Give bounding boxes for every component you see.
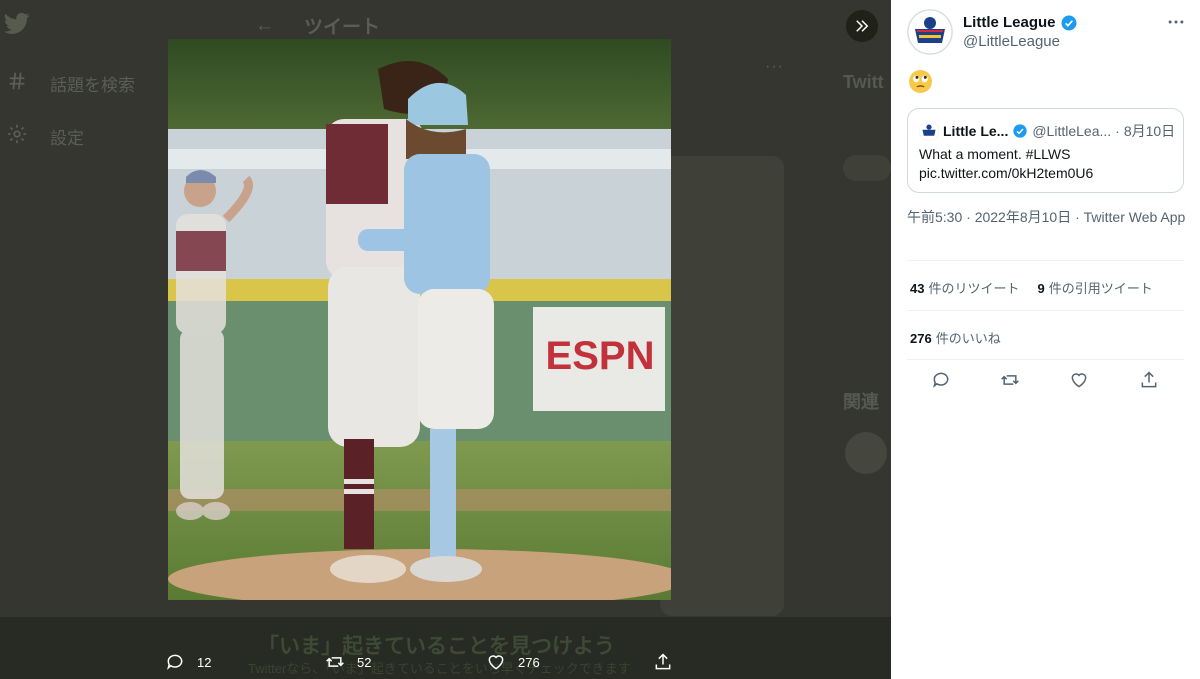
retweets-stat[interactable]: 43 件のリツイート bbox=[910, 278, 1019, 297]
nav-settings: 設定 bbox=[6, 123, 84, 150]
author-handle[interactable]: @LittleLeague bbox=[963, 32, 1078, 51]
media-action-bar: 12 52 276 bbox=[0, 640, 891, 679]
hash-icon bbox=[6, 70, 28, 97]
quoted-date: 8月10日 bbox=[1123, 123, 1176, 139]
svg-text:ESPN: ESPN bbox=[546, 334, 655, 378]
retweet-button[interactable] bbox=[1000, 370, 1024, 394]
share-icon bbox=[655, 653, 671, 670]
quote-tweets-label: 件の引用ツイート bbox=[1048, 281, 1153, 296]
gear-icon bbox=[6, 123, 28, 150]
media-retweet-count: 52 bbox=[357, 654, 372, 670]
quote-tweets-stat[interactable]: 9 件の引用ツイート bbox=[1037, 278, 1152, 297]
double-chevron-right-icon bbox=[856, 20, 869, 32]
like-button[interactable] bbox=[1069, 370, 1093, 394]
avatar[interactable] bbox=[907, 9, 953, 55]
nav-explore: 話題を検索 bbox=[6, 70, 135, 97]
tweet-timestamp[interactable]: 午前5:30 · 2022年8月10日 · Twitter Web App bbox=[907, 208, 1187, 227]
more-horizontal-icon bbox=[1168, 20, 1184, 24]
likes-stat[interactable]: 276 件のいいね bbox=[910, 328, 1001, 347]
media-reply-count: 12 bbox=[197, 654, 212, 670]
author-name[interactable]: Little League bbox=[963, 13, 1056, 32]
heart-icon bbox=[488, 655, 504, 670]
photo-baseball-hug: ESPN bbox=[168, 39, 671, 600]
quoted-tweet[interactable]: Little Le... @LittleLea... · 8月10日 What … bbox=[907, 108, 1184, 193]
likes-stats: 276 件のいいね bbox=[910, 328, 1001, 347]
quoted-author-name: Little Le... bbox=[943, 123, 1009, 139]
background-card bbox=[660, 156, 784, 616]
avatar bbox=[919, 121, 939, 141]
tweet-detail-card: Little League @LittleLeague Little Le...… bbox=[891, 0, 1200, 403]
share-icon bbox=[1141, 371, 1157, 388]
divider bbox=[907, 260, 1184, 261]
rolling-eyes-emoji bbox=[908, 69, 933, 94]
more-icon: ··· bbox=[765, 58, 784, 75]
quote-tweets-count: 9 bbox=[1037, 281, 1045, 296]
more-options-button[interactable] bbox=[1166, 12, 1186, 32]
little-league-logo-icon bbox=[919, 121, 939, 141]
page-header: ← ツイート bbox=[255, 12, 380, 39]
reply-icon bbox=[933, 372, 949, 388]
nav-settings-label: 設定 bbox=[50, 129, 84, 148]
expand-panel-button[interactable] bbox=[846, 10, 878, 42]
media-like-button[interactable]: 276 bbox=[486, 652, 540, 672]
tweet-detail-panel: Little League @LittleLeague Little Le...… bbox=[891, 0, 1200, 679]
media-share-button[interactable] bbox=[653, 652, 673, 672]
sidebar-chip bbox=[843, 155, 891, 181]
quoted-author-handle: @LittleLea... bbox=[1032, 123, 1112, 139]
divider bbox=[907, 310, 1184, 311]
media-reply-button[interactable]: 12 bbox=[165, 652, 211, 672]
quoted-link[interactable]: pic.twitter.com/0kH2tem0U6 bbox=[919, 164, 1174, 183]
panel-lower-area bbox=[899, 403, 1200, 543]
quoted-text-line: What a moment. #LLWS bbox=[919, 146, 1071, 162]
tweet-author[interactable]: Little League @LittleLeague bbox=[907, 9, 1078, 55]
retweets-label: 件のリツイート bbox=[928, 281, 1020, 296]
background-sidebar: Twitt 関連 bbox=[835, 70, 891, 610]
page-title: ツイート bbox=[304, 17, 381, 38]
share-button[interactable] bbox=[1139, 370, 1163, 394]
reply-button[interactable] bbox=[931, 370, 955, 394]
media-like-count: 276 bbox=[518, 654, 540, 670]
retweets-count: 43 bbox=[910, 281, 925, 296]
tweet-photo[interactable]: ESPN bbox=[168, 39, 671, 600]
sidebar-title: Twitt bbox=[843, 72, 884, 92]
reply-icon bbox=[167, 654, 183, 670]
verified-badge-icon bbox=[1013, 124, 1028, 138]
tweet-action-bar bbox=[891, 368, 1200, 396]
engagement-stats: 43 件のリツイート 9 件の引用ツイート bbox=[910, 278, 1153, 297]
retweet-icon bbox=[1001, 375, 1019, 385]
quoted-separator: · bbox=[1115, 123, 1120, 139]
nav-explore-label: 話題を検索 bbox=[50, 76, 135, 95]
retweet-icon bbox=[326, 657, 344, 667]
sidebar-related-title: 関連 bbox=[843, 392, 879, 412]
quoted-text: What a moment. #LLWS pic.twitter.com/0kH… bbox=[919, 145, 1174, 183]
likes-label: 件のいいね bbox=[935, 331, 1001, 346]
avatar bbox=[845, 432, 887, 474]
verified-badge-icon bbox=[1061, 15, 1077, 30]
back-arrow-icon: ← bbox=[255, 14, 274, 36]
divider bbox=[907, 359, 1184, 360]
media-retweet-button[interactable]: 52 bbox=[325, 652, 371, 672]
little-league-logo-icon bbox=[907, 9, 953, 55]
heart-icon bbox=[1071, 373, 1087, 388]
twitter-bird-icon bbox=[3, 10, 30, 36]
likes-count: 276 bbox=[910, 331, 932, 346]
